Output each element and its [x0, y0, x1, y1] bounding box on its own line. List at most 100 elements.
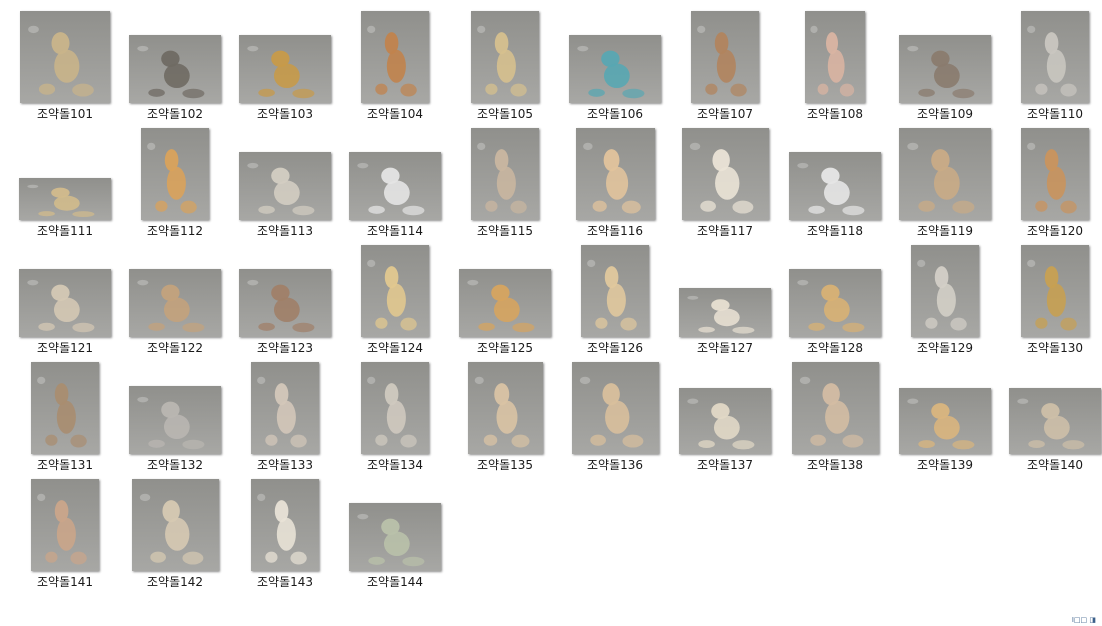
pebble-crocodile-photo-icon[interactable] — [349, 503, 441, 571]
pebble-fisherman-art-icon[interactable] — [251, 362, 319, 454]
file-item[interactable]: 조약돌109 — [890, 3, 1000, 121]
pebble-dogs-art-icon[interactable] — [239, 35, 331, 103]
file-item[interactable]: 조약돌143 — [230, 471, 340, 589]
file-item[interactable]: 조약돌133 — [230, 354, 340, 472]
file-item[interactable]: 조약돌108 — [780, 3, 890, 121]
file-item[interactable]: 조약돌115 — [450, 120, 560, 238]
thumbnail-area — [890, 245, 1000, 337]
thumbnail-area — [450, 128, 560, 220]
pebble-bodybuilder-art-icon[interactable] — [31, 479, 99, 571]
file-item[interactable]: 조약돌144 — [340, 471, 450, 589]
thumbnail-area — [890, 128, 1000, 220]
file-item[interactable]: 조약돌131 — [10, 354, 120, 472]
pebble-couple-dog-art-icon[interactable] — [792, 362, 879, 454]
pebble-crab-art-icon[interactable] — [239, 152, 331, 220]
pebble-giraffe-art-icon[interactable] — [1021, 245, 1089, 337]
thumbnail-area — [670, 128, 780, 220]
pebble-dancers-art-icon[interactable] — [899, 388, 991, 454]
file-item[interactable]: 조약돌112 — [120, 120, 230, 238]
pebble-pyramid-art-icon[interactable] — [572, 362, 659, 454]
pebble-animals-art-icon[interactable] — [679, 288, 771, 337]
pebble-kiss-art-icon[interactable] — [129, 35, 221, 103]
pebble-couple-art-icon[interactable] — [471, 11, 539, 103]
file-item[interactable]: 조약돌117 — [670, 120, 780, 238]
file-name-label: 조약돌125 — [476, 341, 534, 355]
file-item[interactable]: 조약돌114 — [340, 120, 450, 238]
pebble-motorcycle-art-icon[interactable] — [1009, 388, 1101, 454]
file-item[interactable]: 조약돌116 — [560, 120, 670, 238]
file-name-label: 조약돌119 — [916, 224, 974, 238]
pebble-man-art-icon[interactable] — [468, 362, 543, 454]
file-item[interactable]: 조약돌103 — [230, 3, 340, 121]
pebble-spider-art-icon[interactable] — [1021, 11, 1089, 103]
thumbnail-area — [120, 479, 230, 571]
file-item[interactable]: 조약돌105 — [450, 3, 560, 121]
pebble-owl-art-icon[interactable] — [19, 178, 111, 220]
pebble-dragonfly-art-icon[interactable] — [129, 386, 221, 454]
file-item[interactable]: 조약돌127 — [670, 237, 780, 355]
file-item[interactable]: 조약돌110 — [1000, 3, 1102, 121]
file-item[interactable]: 조약돌126 — [560, 237, 670, 355]
file-item[interactable]: 조약돌139 — [890, 354, 1000, 472]
pebble-bird-art-icon[interactable] — [899, 35, 991, 103]
pebble-whale-art-icon[interactable] — [789, 152, 881, 220]
pebble-owl-art-icon[interactable] — [31, 362, 99, 454]
file-name-label: 조약돌101 — [36, 107, 94, 121]
file-item[interactable]: 조약돌130 — [1000, 237, 1102, 355]
file-item[interactable]: 조약돌141 — [10, 471, 120, 589]
file-item[interactable]: 조약돌136 — [560, 354, 670, 472]
pebble-elephant-art-icon[interactable] — [361, 362, 429, 454]
file-item[interactable]: 조약돌121 — [10, 237, 120, 355]
file-item[interactable]: 조약돌107 — [670, 3, 780, 121]
pebble-figure-art-icon[interactable] — [20, 11, 110, 103]
pebble-whales-art-icon[interactable] — [569, 35, 661, 103]
file-item[interactable]: 조약돌106 — [560, 3, 670, 121]
file-item[interactable]: 조약돌128 — [780, 237, 890, 355]
pebble-fish-art-icon[interactable] — [349, 152, 441, 220]
pebble-sailboat-art-icon[interactable] — [361, 245, 429, 337]
file-item[interactable]: 조약돌102 — [120, 3, 230, 121]
file-item[interactable]: 조약돌134 — [340, 354, 450, 472]
statusbar-view-toggle[interactable]: Ι□□ ◨ — [1072, 616, 1096, 624]
pebble-woman-art-icon[interactable] — [691, 11, 759, 103]
file-item[interactable]: 조약돌113 — [230, 120, 340, 238]
pebble-beach-art-icon[interactable] — [239, 269, 331, 337]
pebble-fish-art-icon[interactable] — [899, 128, 991, 220]
file-item[interactable]: 조약돌123 — [230, 237, 340, 355]
file-item[interactable]: 조약돌142 — [120, 471, 230, 589]
pebble-dancer-art-icon[interactable] — [576, 128, 655, 220]
pebble-woman-art-icon[interactable] — [682, 128, 769, 220]
file-item[interactable]: 조약돌122 — [120, 237, 230, 355]
file-item[interactable]: 조약돌138 — [780, 354, 890, 472]
file-item[interactable]: 조약돌137 — [670, 354, 780, 472]
pebble-scooter-art-icon[interactable] — [679, 388, 771, 454]
file-item[interactable]: 조약돌140 — [1000, 354, 1102, 472]
pebble-cat-art-icon[interactable] — [581, 245, 649, 337]
pebble-marilyn-art-icon[interactable] — [251, 479, 319, 571]
pebble-sharks-art-icon[interactable] — [19, 269, 111, 337]
file-item[interactable]: 조약돌120 — [1000, 120, 1102, 238]
file-item[interactable]: 조약돌104 — [340, 3, 450, 121]
file-item[interactable]: 조약돌125 — [450, 237, 560, 355]
pebble-flamingo-art-icon[interactable] — [805, 11, 865, 103]
file-item[interactable]: 조약돌132 — [120, 354, 230, 472]
pebble-couple-art-icon[interactable] — [361, 11, 429, 103]
thumbnail-area — [10, 128, 120, 220]
pebble-dog-art-icon[interactable] — [459, 269, 551, 337]
file-item[interactable]: 조약돌135 — [450, 354, 560, 472]
pebble-giraffe-art-icon[interactable] — [141, 128, 209, 220]
pebble-lion-art-icon[interactable] — [789, 269, 881, 337]
file-item[interactable]: 조약돌101 — [10, 3, 120, 121]
pebble-scream-art-icon[interactable] — [132, 479, 219, 571]
file-item[interactable]: 조약돌111 — [10, 120, 120, 238]
file-item[interactable]: 조약돌124 — [340, 237, 450, 355]
file-item[interactable]: 조약돌118 — [780, 120, 890, 238]
file-name-label: 조약돌110 — [1026, 107, 1084, 121]
file-item[interactable]: 조약돌119 — [890, 120, 1000, 238]
file-name-label: 조약돌135 — [476, 458, 534, 472]
pebble-wave-art-icon[interactable] — [471, 128, 539, 220]
pebble-turtle-art-icon[interactable] — [129, 269, 221, 337]
pebble-seahorse-art-icon[interactable] — [1021, 128, 1089, 220]
file-item[interactable]: 조약돌129 — [890, 237, 1000, 355]
pebble-toucan-art-icon[interactable] — [911, 245, 979, 337]
